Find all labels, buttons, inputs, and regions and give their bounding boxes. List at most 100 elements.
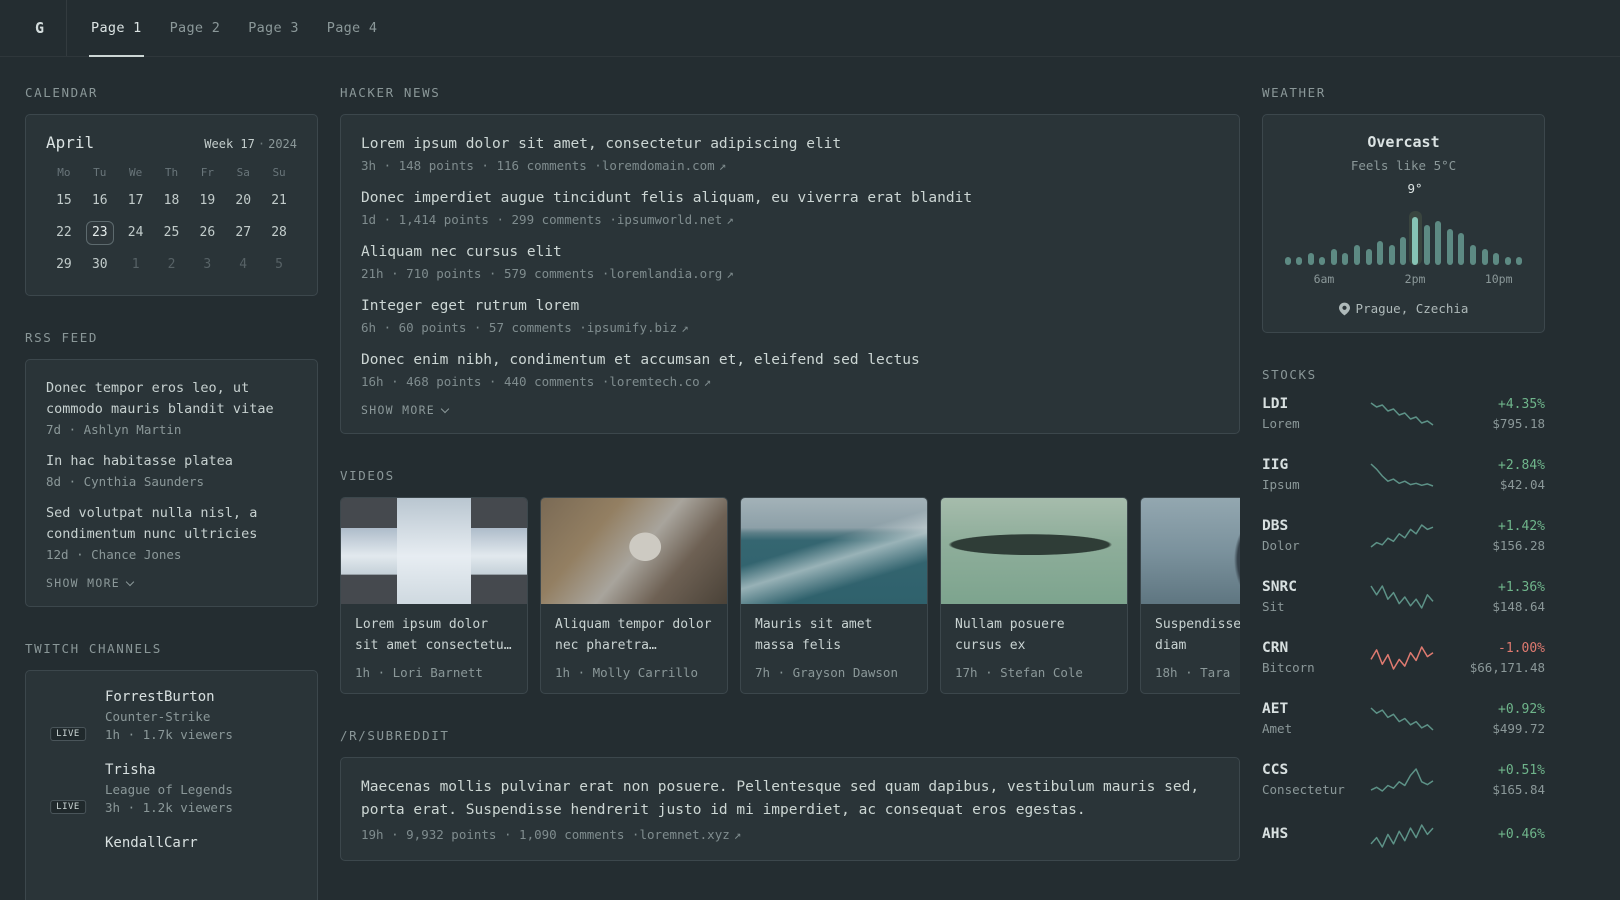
stock-row[interactable]: CRN Bitcorn -1.00% $66,171.48 bbox=[1262, 640, 1545, 675]
stock-ticker: CRN bbox=[1262, 640, 1289, 656]
reddit-post-title-link[interactable]: Maecenas mollis pulvinar erat non posuer… bbox=[361, 776, 1219, 822]
weather-bar bbox=[1353, 245, 1362, 265]
stock-ticker: AHS bbox=[1262, 826, 1289, 842]
video-thumbnail bbox=[541, 498, 727, 604]
calendar-day: 18 bbox=[163, 193, 180, 208]
twitch-channel-game: League of Legends bbox=[105, 782, 233, 797]
story-domain-link[interactable]: loremdomain.com ↗ bbox=[602, 158, 726, 173]
weather-current-temp: 9° bbox=[1407, 181, 1423, 196]
weather-bar bbox=[1515, 257, 1524, 265]
video-card[interactable]: Aliquam tempor dolor nec pharetra… 1h · … bbox=[540, 497, 728, 694]
weather-bar bbox=[1283, 257, 1292, 265]
weather-bar bbox=[1434, 221, 1443, 265]
story-domain-link[interactable]: ipsumworld.net ↗ bbox=[617, 212, 734, 227]
stock-ticker: CCS bbox=[1262, 762, 1289, 778]
hackernews-card: Lorem ipsum dolor sit amet, consectetur … bbox=[340, 114, 1240, 434]
stock-price: $42.04 bbox=[1499, 476, 1545, 492]
avatar-wrap bbox=[46, 835, 90, 883]
story-title-link[interactable]: Donec imperdiet augue tincidunt felis al… bbox=[361, 187, 1219, 209]
stock-change: +1.36% bbox=[1498, 579, 1545, 595]
twitch-channel-name: KendallCarr bbox=[105, 835, 198, 851]
story-title-link[interactable]: Donec enim nibh, condimentum et accumsan… bbox=[361, 349, 1219, 371]
video-card[interactable]: Nullam posuere cursus ex 17h · Stefan Co… bbox=[940, 497, 1128, 694]
app-logo[interactable]: G bbox=[25, 0, 66, 56]
story-domain-link[interactable]: loremlandia.org ↗ bbox=[609, 266, 733, 281]
section-title-videos: VIDEOS bbox=[340, 468, 395, 483]
weather-location-text: Prague, Czechia bbox=[1355, 301, 1469, 316]
calendar-day: 17 bbox=[127, 193, 144, 208]
weather-bar bbox=[1295, 257, 1304, 265]
video-card[interactable]: Lorem ipsum dolor sit amet consectetu… 1… bbox=[340, 497, 528, 694]
twitch-channel[interactable]: KendallCarr bbox=[46, 835, 297, 883]
calendar-dow: Th bbox=[164, 166, 179, 179]
weather-bar bbox=[1341, 253, 1350, 265]
tab-page-3[interactable]: Page 3 bbox=[234, 0, 313, 56]
rss-item-link[interactable]: Donec tempor eros leo, ut commodo mauris… bbox=[46, 378, 297, 420]
rss-item-link[interactable]: In hac habitasse platea bbox=[46, 451, 297, 472]
stock-row[interactable]: SNRC Sit +1.36% $148.64 bbox=[1262, 579, 1545, 614]
twitch-channel[interactable]: LIVE Trisha League of Legends 3h · 1.2k … bbox=[46, 762, 297, 815]
stock-row[interactable]: DBS Dolor +1.42% $156.28 bbox=[1262, 518, 1545, 553]
story-meta-text: 3h · 148 points · 116 comments · bbox=[361, 158, 602, 173]
tab-page-1[interactable]: Page 1 bbox=[77, 0, 156, 57]
story-title-link[interactable]: Aliquam nec cursus elit bbox=[361, 241, 1219, 263]
stock-row[interactable]: CCS Consectetur +0.51% $165.84 bbox=[1262, 762, 1545, 797]
twitch-channel-name: Trisha bbox=[105, 762, 156, 778]
twitch-channel[interactable]: LIVE ForrestBurton Counter-Strike 1h · 1… bbox=[46, 689, 297, 742]
story-domain-link[interactable]: loremtech.co ↗ bbox=[609, 374, 711, 389]
story-item: Donec enim nibh, condimentum et accumsan… bbox=[361, 349, 1219, 389]
calendar-day: 20 bbox=[235, 193, 252, 208]
story-meta: 21h · 710 points · 579 comments · loreml… bbox=[361, 266, 1219, 281]
rss-item-link[interactable]: Sed volutpat nulla nisl, a condimentum n… bbox=[46, 503, 297, 545]
video-meta: 18h · Tara bbox=[1155, 665, 1231, 680]
video-title: Lorem ipsum dolor sit amet consectetu… bbox=[355, 617, 512, 653]
section-title-stocks: STOCKS bbox=[1262, 367, 1317, 382]
calendar-week-label: Week 17 bbox=[204, 137, 255, 151]
calendar-dow: Mo bbox=[57, 166, 71, 179]
story-domain-link[interactable]: ipsumify.biz ↗ bbox=[587, 320, 689, 335]
show-more-button[interactable]: SHOW MORE bbox=[361, 403, 1219, 417]
tab-page-2[interactable]: Page 2 bbox=[156, 0, 235, 56]
video-card[interactable]: Suspendisse diam 18h · Tara bbox=[1140, 497, 1240, 694]
calendar-day-next-month: 3 bbox=[203, 257, 212, 272]
story-meta-text: 6h · 60 points · 57 comments · bbox=[361, 320, 587, 335]
calendar-day: 28 bbox=[271, 225, 287, 240]
rss-item: Donec tempor eros leo, ut commodo mauris… bbox=[46, 378, 297, 437]
stock-sparkline bbox=[1350, 523, 1453, 549]
calendar-day-next-month: 2 bbox=[167, 257, 176, 272]
calendar-day: 21 bbox=[271, 193, 287, 208]
weather-chart: 9° bbox=[1283, 181, 1524, 265]
rss-item-meta: 7d · Ashlyn Martin bbox=[46, 422, 182, 437]
weather-time-labels: 6am 2pm 10pm bbox=[1283, 272, 1524, 288]
story-meta-text: 16h · 468 points · 440 comments · bbox=[361, 374, 610, 389]
section-title-weather: WEATHER bbox=[1262, 85, 1326, 100]
twitch-channel-name: ForrestBurton bbox=[105, 689, 215, 705]
stock-change: +0.46% bbox=[1498, 826, 1545, 842]
story-title-link[interactable]: Integer eget rutrum lorem bbox=[361, 295, 1219, 317]
stock-ticker: LDI bbox=[1262, 396, 1289, 412]
calendar-card: April Week 17 · 2024 Mo Tu We Th Fr Sa Su … bbox=[25, 114, 318, 296]
section-title-rss: RSS FEED bbox=[25, 330, 99, 345]
time-label-10pm: 10pm bbox=[1484, 272, 1513, 286]
weather-card: Overcast Feels like 5°C 9° 6am 2pm 10pm … bbox=[1262, 114, 1545, 333]
stock-row[interactable]: LDI Lorem +4.35% $795.18 bbox=[1262, 396, 1545, 431]
chevron-down-icon bbox=[125, 577, 135, 586]
stock-price: $165.84 bbox=[1492, 781, 1545, 797]
calendar-day-next-month: 5 bbox=[275, 257, 283, 272]
show-more-button[interactable]: SHOW MORE bbox=[46, 576, 297, 590]
video-card[interactable]: Mauris sit amet massa felis 7h · Grayson… bbox=[740, 497, 928, 694]
reddit-domain-link[interactable]: loremnet.xyz ↗ bbox=[639, 827, 741, 842]
tab-page-4[interactable]: Page 4 bbox=[313, 0, 392, 56]
story-title-link[interactable]: Lorem ipsum dolor sit amet, consectetur … bbox=[361, 133, 1219, 155]
weather-location: Prague, Czechia bbox=[1283, 301, 1524, 316]
stock-row[interactable]: IIG Ipsum +2.84% $42.04 bbox=[1262, 457, 1545, 492]
story-item: Integer eget rutrum lorem 6h · 60 points… bbox=[361, 295, 1219, 335]
calendar-day: 25 bbox=[163, 225, 180, 240]
stock-sparkline bbox=[1350, 401, 1453, 427]
weather-widget: WEATHER Overcast Feels like 5°C 9° 6am 2… bbox=[1262, 85, 1545, 333]
stock-name: Amet bbox=[1262, 721, 1293, 736]
stocks-widget: STOCKS LDI Lorem +4.35% $795.18 IIG Ipsum +… bbox=[1262, 367, 1545, 849]
stock-row[interactable]: AHS +0.46% bbox=[1262, 823, 1545, 849]
stock-row[interactable]: AET Amet +0.92% $499.72 bbox=[1262, 701, 1545, 736]
external-link-icon: ↗ bbox=[718, 158, 727, 173]
